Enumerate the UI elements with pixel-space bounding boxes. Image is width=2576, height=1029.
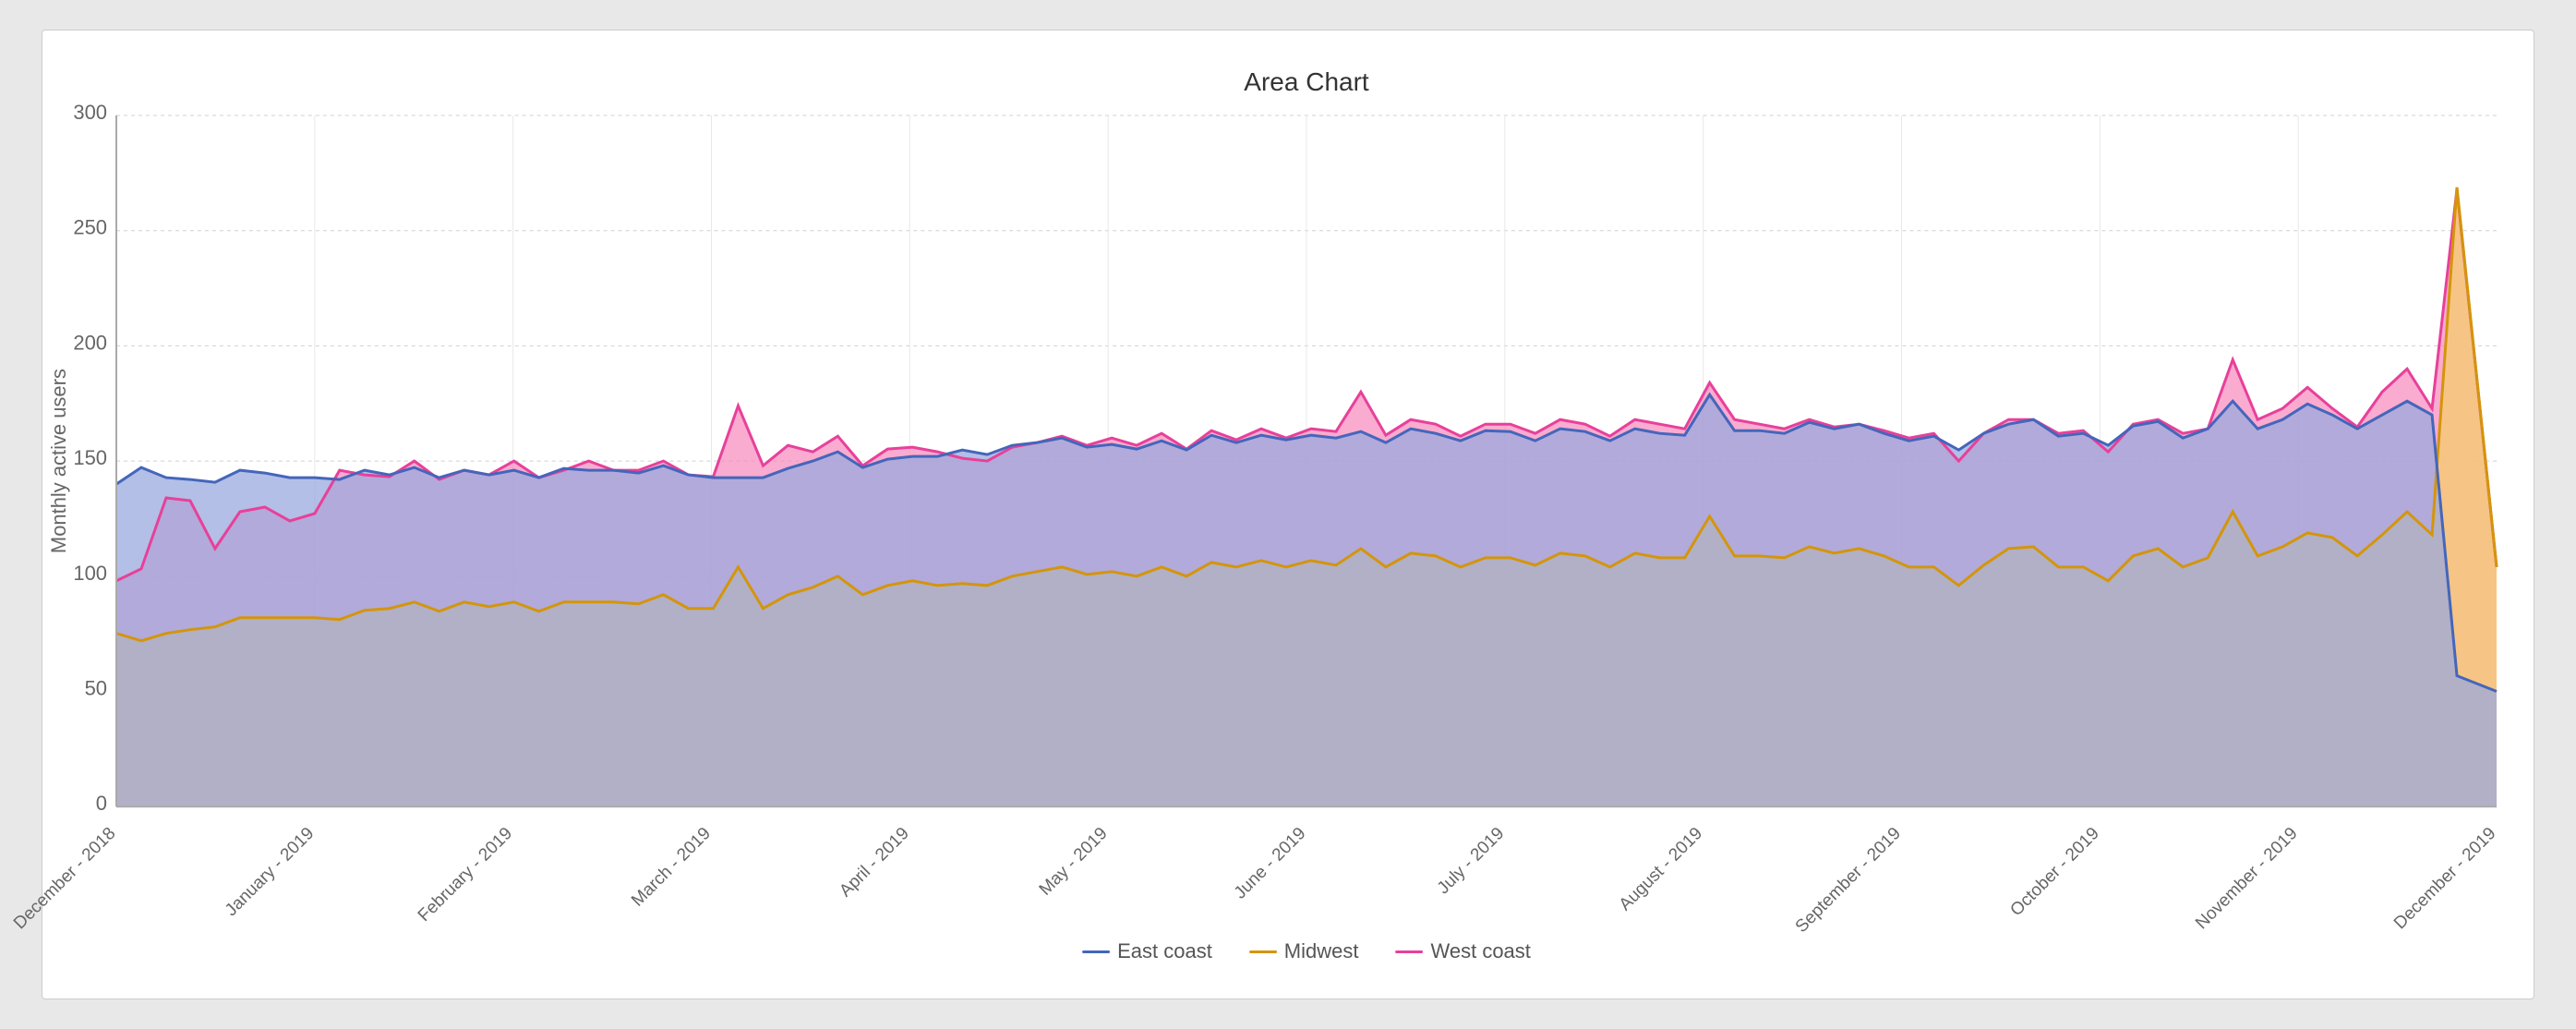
svg-text:200: 200: [73, 331, 107, 354]
svg-text:February - 2019: February - 2019: [415, 824, 516, 926]
legend-midwest: Midwest: [1249, 939, 1359, 963]
midwest-legend-line: [1249, 950, 1277, 953]
svg-text:March - 2019: March - 2019: [628, 824, 715, 911]
svg-text:100: 100: [73, 562, 107, 585]
area-chart-svg: 0 50 100 150 200 250 300 Monthly active …: [116, 115, 2497, 899]
svg-text:300: 300: [73, 101, 107, 124]
svg-text:May - 2019: May - 2019: [1036, 824, 1112, 900]
legend-east-coast: East coast: [1082, 939, 1212, 963]
svg-text:June - 2019: June - 2019: [1231, 824, 1310, 903]
east-coast-legend-line: [1082, 950, 1110, 953]
svg-text:December - 2018: December - 2018: [10, 824, 120, 933]
east-coast-legend-label: East coast: [1117, 939, 1212, 963]
legend-west-coast: West coast: [1395, 939, 1530, 963]
svg-text:Monthly active users: Monthly active users: [47, 369, 70, 553]
svg-text:November - 2019: November - 2019: [2192, 824, 2302, 933]
chart-title: Area Chart: [116, 67, 2497, 97]
midwest-legend-label: Midwest: [1284, 939, 1359, 963]
chart-container: Area Chart: [42, 30, 2534, 999]
svg-text:July - 2019: July - 2019: [1434, 824, 1509, 898]
west-coast-legend-label: West coast: [1430, 939, 1530, 963]
svg-text:April - 2019: April - 2019: [836, 824, 913, 901]
svg-text:October - 2019: October - 2019: [2006, 824, 2102, 920]
svg-text:January - 2019: January - 2019: [222, 824, 318, 920]
svg-text:150: 150: [73, 446, 107, 469]
svg-text:December - 2019: December - 2019: [2390, 824, 2500, 933]
chart-legend: East coast Midwest West coast: [1082, 939, 1531, 963]
svg-text:250: 250: [73, 216, 107, 239]
svg-text:August - 2019: August - 2019: [1616, 824, 1706, 914]
east-coast-area: [116, 394, 2497, 806]
chart-area: 0 50 100 150 200 250 300 Monthly active …: [116, 115, 2497, 899]
svg-text:0: 0: [96, 792, 107, 815]
svg-text:September - 2019: September - 2019: [1792, 824, 1905, 937]
west-coast-legend-line: [1395, 950, 1423, 953]
svg-text:50: 50: [85, 677, 107, 700]
